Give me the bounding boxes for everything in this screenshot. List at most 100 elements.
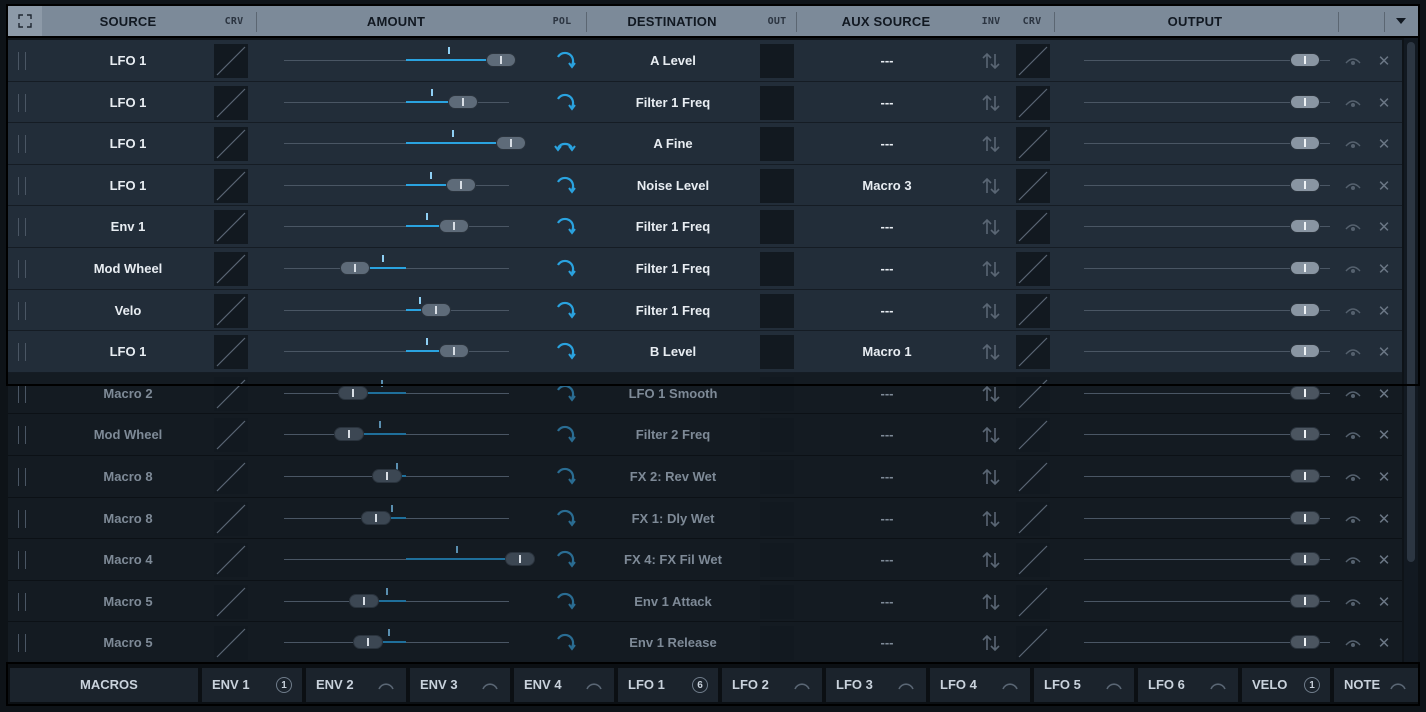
aux-curve-editor[interactable] bbox=[1016, 418, 1050, 453]
aux-curve-editor[interactable] bbox=[1016, 210, 1050, 245]
amount-knob[interactable] bbox=[438, 219, 469, 234]
delete-icon[interactable]: ✕ bbox=[1374, 467, 1394, 487]
drag-handle-icon[interactable] bbox=[18, 426, 26, 445]
unipolar-icon[interactable] bbox=[553, 423, 577, 447]
visibility-icon[interactable] bbox=[1344, 595, 1362, 609]
tab-lfo-3[interactable]: LFO 3 bbox=[826, 668, 926, 702]
aux-source-selector[interactable]: --- bbox=[798, 248, 976, 289]
source-selector[interactable]: Macro 2 bbox=[44, 373, 212, 414]
output-slider[interactable] bbox=[1054, 248, 1336, 289]
visibility-icon[interactable] bbox=[1344, 553, 1362, 567]
output-slider[interactable] bbox=[1054, 539, 1336, 580]
aux-source-selector[interactable]: --- bbox=[798, 539, 976, 580]
source-curve-editor[interactable] bbox=[214, 168, 248, 203]
output-routing-box[interactable] bbox=[760, 376, 794, 411]
invert-arrows-icon[interactable] bbox=[980, 50, 1002, 72]
destination-selector[interactable]: Filter 1 Freq bbox=[588, 206, 758, 247]
tab-env-1[interactable]: ENV 1 1 bbox=[202, 668, 302, 702]
drag-handle-icon[interactable] bbox=[18, 592, 26, 611]
output-routing-box[interactable] bbox=[760, 543, 794, 578]
delete-icon[interactable]: ✕ bbox=[1374, 259, 1394, 279]
delete-icon[interactable]: ✕ bbox=[1374, 176, 1394, 196]
unipolar-icon[interactable] bbox=[553, 49, 577, 73]
visibility-icon[interactable] bbox=[1344, 512, 1362, 526]
tab-lfo-4[interactable]: LFO 4 bbox=[930, 668, 1030, 702]
visibility-icon[interactable] bbox=[1344, 220, 1362, 234]
delete-icon[interactable]: ✕ bbox=[1374, 592, 1394, 612]
header-output[interactable]: OUTPUT bbox=[1054, 6, 1336, 36]
drag-handle-icon[interactable] bbox=[18, 301, 26, 320]
output-slider[interactable] bbox=[1054, 123, 1336, 164]
unipolar-icon[interactable] bbox=[553, 382, 577, 406]
delete-icon[interactable]: ✕ bbox=[1374, 93, 1394, 113]
output-routing-box[interactable] bbox=[760, 168, 794, 203]
output-knob[interactable] bbox=[1290, 385, 1320, 400]
drag-handle-icon[interactable] bbox=[18, 52, 26, 70]
drag-handle-icon[interactable] bbox=[18, 135, 26, 154]
amount-knob[interactable] bbox=[438, 344, 469, 359]
drag-source-icon[interactable] bbox=[896, 675, 916, 695]
amount-slider[interactable] bbox=[256, 206, 536, 247]
amount-knob[interactable] bbox=[495, 136, 526, 151]
source-selector[interactable]: LFO 1 bbox=[44, 331, 212, 372]
amount-slider[interactable] bbox=[256, 456, 536, 497]
visibility-icon[interactable] bbox=[1344, 304, 1362, 318]
header-amount[interactable]: AMOUNT bbox=[256, 6, 536, 36]
amount-knob[interactable] bbox=[353, 635, 383, 650]
drag-handle-icon[interactable] bbox=[18, 384, 26, 403]
tab-env-2[interactable]: ENV 2 bbox=[306, 668, 406, 702]
delete-icon[interactable]: ✕ bbox=[1374, 384, 1394, 404]
source-selector[interactable]: Mod Wheel bbox=[44, 248, 212, 289]
aux-curve-editor[interactable] bbox=[1016, 335, 1050, 370]
amount-knob[interactable] bbox=[339, 261, 370, 275]
output-routing-box[interactable] bbox=[760, 584, 794, 619]
amount-knob[interactable] bbox=[421, 302, 452, 317]
source-selector[interactable]: LFO 1 bbox=[44, 123, 212, 164]
output-knob[interactable] bbox=[1290, 635, 1320, 650]
source-selector[interactable]: Mod Wheel bbox=[44, 414, 212, 455]
invert-arrows-icon[interactable] bbox=[980, 300, 1002, 322]
destination-selector[interactable]: A Fine bbox=[588, 123, 758, 164]
aux-curve-editor[interactable] bbox=[1016, 584, 1050, 619]
destination-selector[interactable]: Filter 2 Freq bbox=[588, 414, 758, 455]
amount-slider[interactable] bbox=[256, 581, 536, 622]
amount-slider[interactable] bbox=[256, 498, 536, 539]
output-slider[interactable] bbox=[1054, 581, 1336, 622]
header-destination[interactable]: DESTINATION bbox=[586, 6, 758, 36]
output-knob[interactable] bbox=[1290, 136, 1320, 151]
destination-selector[interactable]: Filter 1 Freq bbox=[588, 248, 758, 289]
source-selector[interactable]: LFO 1 bbox=[44, 40, 212, 81]
output-slider[interactable] bbox=[1054, 82, 1336, 123]
invert-arrows-icon[interactable] bbox=[980, 632, 1002, 654]
tab-lfo-5[interactable]: LFO 5 bbox=[1034, 668, 1134, 702]
aux-source-selector[interactable]: --- bbox=[798, 456, 976, 497]
aux-source-selector[interactable]: --- bbox=[798, 206, 976, 247]
output-knob[interactable] bbox=[1290, 593, 1320, 608]
output-knob[interactable] bbox=[1290, 177, 1320, 192]
source-selector[interactable]: Macro 4 bbox=[44, 539, 212, 580]
aux-curve-editor[interactable] bbox=[1016, 44, 1050, 78]
destination-selector[interactable]: Env 1 Release bbox=[588, 622, 758, 663]
visibility-icon[interactable] bbox=[1344, 428, 1362, 442]
source-selector[interactable]: Velo bbox=[44, 290, 212, 331]
amount-slider[interactable] bbox=[256, 373, 536, 414]
drag-handle-icon[interactable] bbox=[18, 218, 26, 237]
amount-slider[interactable] bbox=[256, 414, 536, 455]
output-knob[interactable] bbox=[1290, 53, 1320, 67]
visibility-icon[interactable] bbox=[1344, 636, 1362, 650]
invert-arrows-icon[interactable] bbox=[980, 466, 1002, 488]
output-knob[interactable] bbox=[1290, 469, 1320, 483]
destination-selector[interactable]: Noise Level bbox=[588, 165, 758, 206]
aux-curve-editor[interactable] bbox=[1016, 543, 1050, 578]
tab-lfo-6[interactable]: LFO 6 bbox=[1138, 668, 1238, 702]
drag-handle-icon[interactable] bbox=[18, 468, 26, 486]
source-curve-editor[interactable] bbox=[214, 626, 248, 661]
amount-slider[interactable] bbox=[256, 248, 536, 289]
aux-source-selector[interactable]: --- bbox=[798, 373, 976, 414]
source-curve-editor[interactable] bbox=[214, 460, 248, 494]
amount-knob[interactable] bbox=[349, 593, 380, 608]
drag-handle-icon[interactable] bbox=[18, 343, 26, 362]
unipolar-icon[interactable] bbox=[553, 215, 577, 239]
output-knob[interactable] bbox=[1290, 94, 1320, 109]
source-curve-editor[interactable] bbox=[214, 127, 248, 162]
